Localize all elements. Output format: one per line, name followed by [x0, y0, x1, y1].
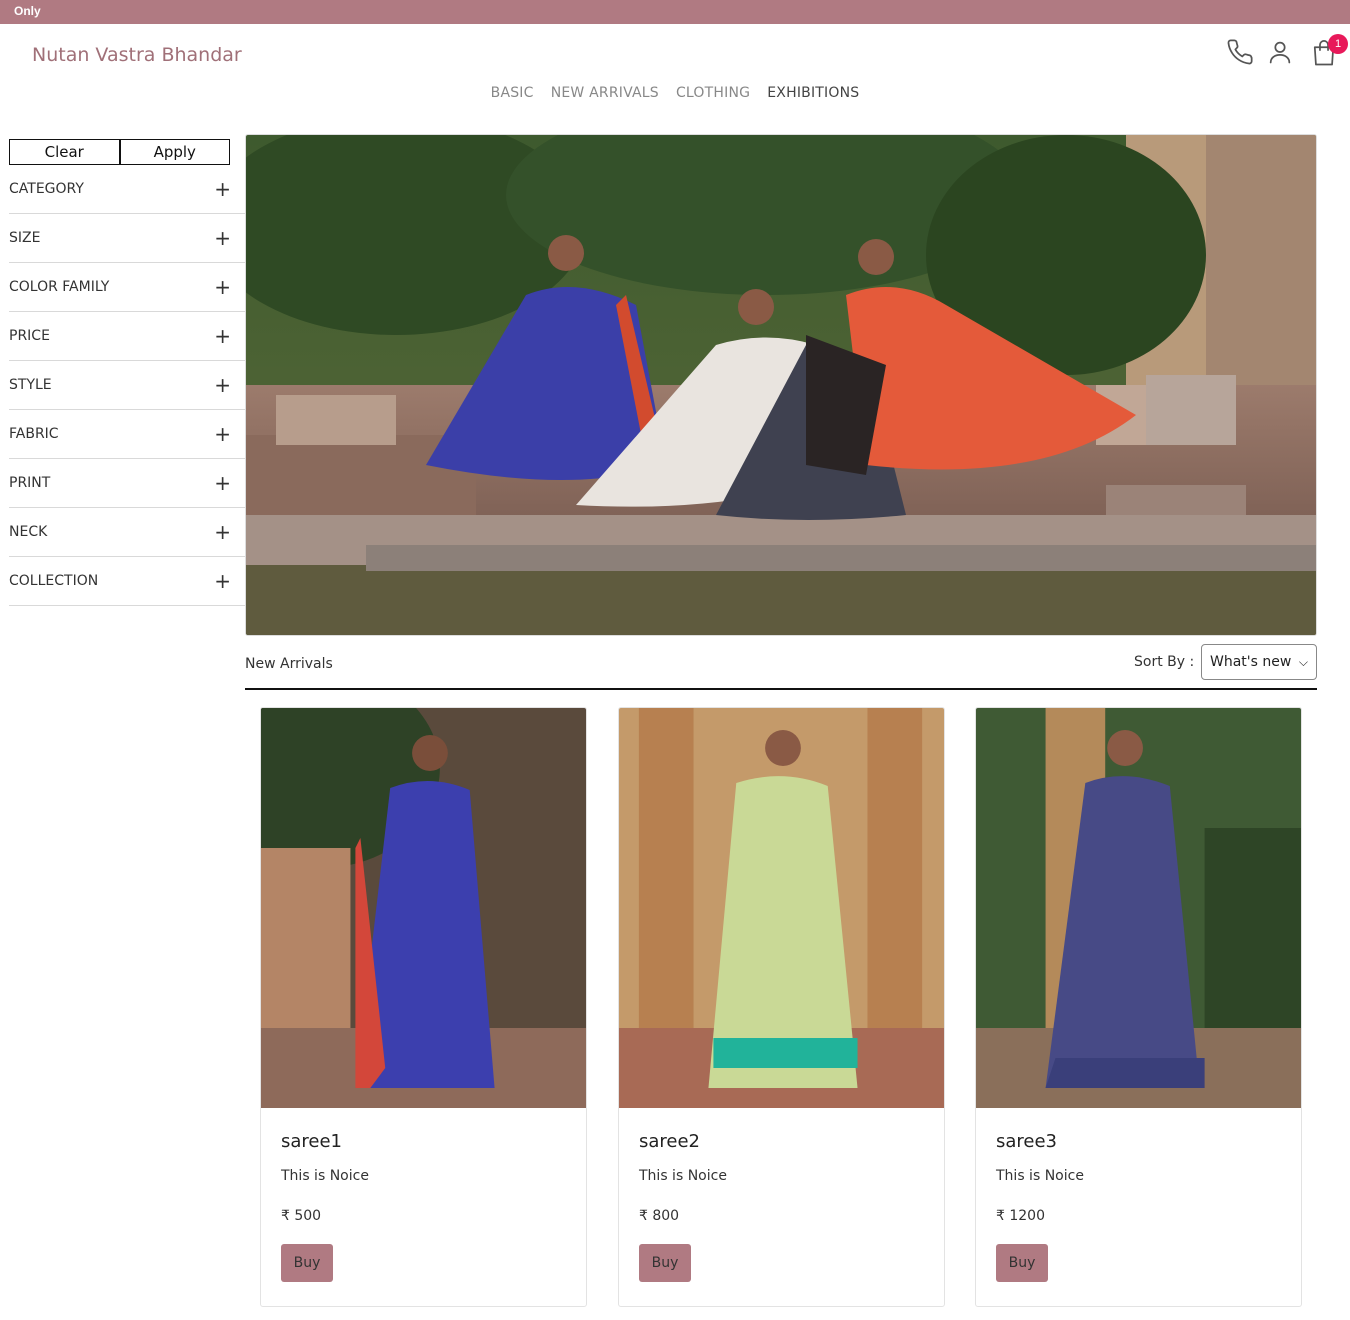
- product-price: ₹ 1200: [996, 1208, 1045, 1224]
- filter-print[interactable]: PRINT +: [9, 459, 245, 508]
- filter-actions: Clear Apply: [9, 139, 230, 165]
- filter-label: NECK: [9, 524, 48, 540]
- product-description: This is Noice: [996, 1168, 1084, 1184]
- filter-label: SIZE: [9, 230, 41, 246]
- buy-button[interactable]: Buy: [996, 1244, 1048, 1282]
- product-price: ₹ 800: [639, 1208, 680, 1224]
- plus-icon[interactable]: +: [214, 569, 231, 593]
- sort-select[interactable]: What's new ⌵: [1201, 644, 1317, 680]
- section-title: New Arrivals: [245, 656, 333, 672]
- filter-label: CATEGORY: [9, 181, 84, 197]
- product-price: ₹ 500: [281, 1208, 322, 1224]
- filter-collection[interactable]: COLLECTION +: [9, 557, 245, 606]
- product-card[interactable]: saree1 This is Noice ₹ 500 Buy: [260, 707, 587, 1307]
- announcement-text: Only: [14, 4, 41, 18]
- product-description: This is Noice: [639, 1168, 727, 1184]
- filter-color-family[interactable]: COLOR FAMILY +: [9, 263, 245, 312]
- filter-style[interactable]: STYLE +: [9, 361, 245, 410]
- product-name[interactable]: saree3: [996, 1131, 1057, 1152]
- filter-label: FABRIC: [9, 426, 59, 442]
- filter-neck[interactable]: NECK +: [9, 508, 245, 557]
- product-image[interactable]: [976, 708, 1301, 1108]
- product-card[interactable]: saree2 This is Noice ₹ 800 Buy: [618, 707, 945, 1307]
- filter-label: COLOR FAMILY: [9, 279, 110, 295]
- plus-icon[interactable]: +: [214, 324, 231, 348]
- sort-label: Sort By :: [1134, 654, 1195, 670]
- product-image[interactable]: [619, 708, 944, 1108]
- nav-basic[interactable]: BASIC: [491, 85, 534, 101]
- buy-button[interactable]: Buy: [281, 1244, 333, 1282]
- clear-filters-button[interactable]: Clear: [9, 139, 120, 165]
- filter-category[interactable]: CATEGORY +: [9, 165, 245, 214]
- chevron-down-icon: ⌵: [1298, 655, 1308, 669]
- cart-count-badge: 1: [1328, 34, 1348, 54]
- product-card[interactable]: saree3 This is Noice ₹ 1200 Buy: [975, 707, 1302, 1307]
- plus-icon[interactable]: +: [214, 275, 231, 299]
- filter-fabric[interactable]: FABRIC +: [9, 410, 245, 459]
- filter-label: PRINT: [9, 475, 51, 491]
- nav-exhibitions[interactable]: EXHIBITIONS: [767, 85, 859, 101]
- filter-label: STYLE: [9, 377, 52, 393]
- filter-price[interactable]: PRICE +: [9, 312, 245, 361]
- product-name[interactable]: saree1: [281, 1131, 342, 1152]
- filter-label: COLLECTION: [9, 573, 99, 589]
- nav-new-arrivals[interactable]: NEW ARRIVALS: [551, 85, 659, 101]
- hero-banner: [245, 134, 1317, 636]
- user-icon[interactable]: [1266, 38, 1296, 68]
- buy-button[interactable]: Buy: [639, 1244, 691, 1282]
- plus-icon[interactable]: +: [214, 520, 231, 544]
- filter-label: PRICE: [9, 328, 50, 344]
- plus-icon[interactable]: +: [214, 471, 231, 495]
- plus-icon[interactable]: +: [214, 422, 231, 446]
- sort-selected-value: What's new: [1210, 654, 1292, 670]
- product-name[interactable]: saree2: [639, 1131, 700, 1152]
- phone-icon[interactable]: [1226, 38, 1256, 68]
- nav-clothing[interactable]: CLOTHING: [676, 85, 750, 101]
- filter-size[interactable]: SIZE +: [9, 214, 245, 263]
- product-image[interactable]: [261, 708, 586, 1108]
- plus-icon[interactable]: +: [214, 226, 231, 250]
- filter-sidebar: CATEGORY + SIZE + COLOR FAMILY + PRICE + STY…: [9, 165, 245, 606]
- divider: [245, 688, 1317, 690]
- product-description: This is Noice: [281, 1168, 369, 1184]
- apply-filters-button[interactable]: Apply: [119, 139, 230, 165]
- cart-icon[interactable]: 1: [1310, 34, 1348, 68]
- plus-icon[interactable]: +: [214, 373, 231, 397]
- plus-icon[interactable]: +: [214, 177, 231, 201]
- brand-logo[interactable]: Nutan Vastra Bhandar: [32, 44, 242, 66]
- announcement-bar: Only: [0, 0, 1350, 24]
- main-navigation: BASIC NEW ARRIVALS CLOTHING EXHIBITIONS: [0, 82, 1350, 101]
